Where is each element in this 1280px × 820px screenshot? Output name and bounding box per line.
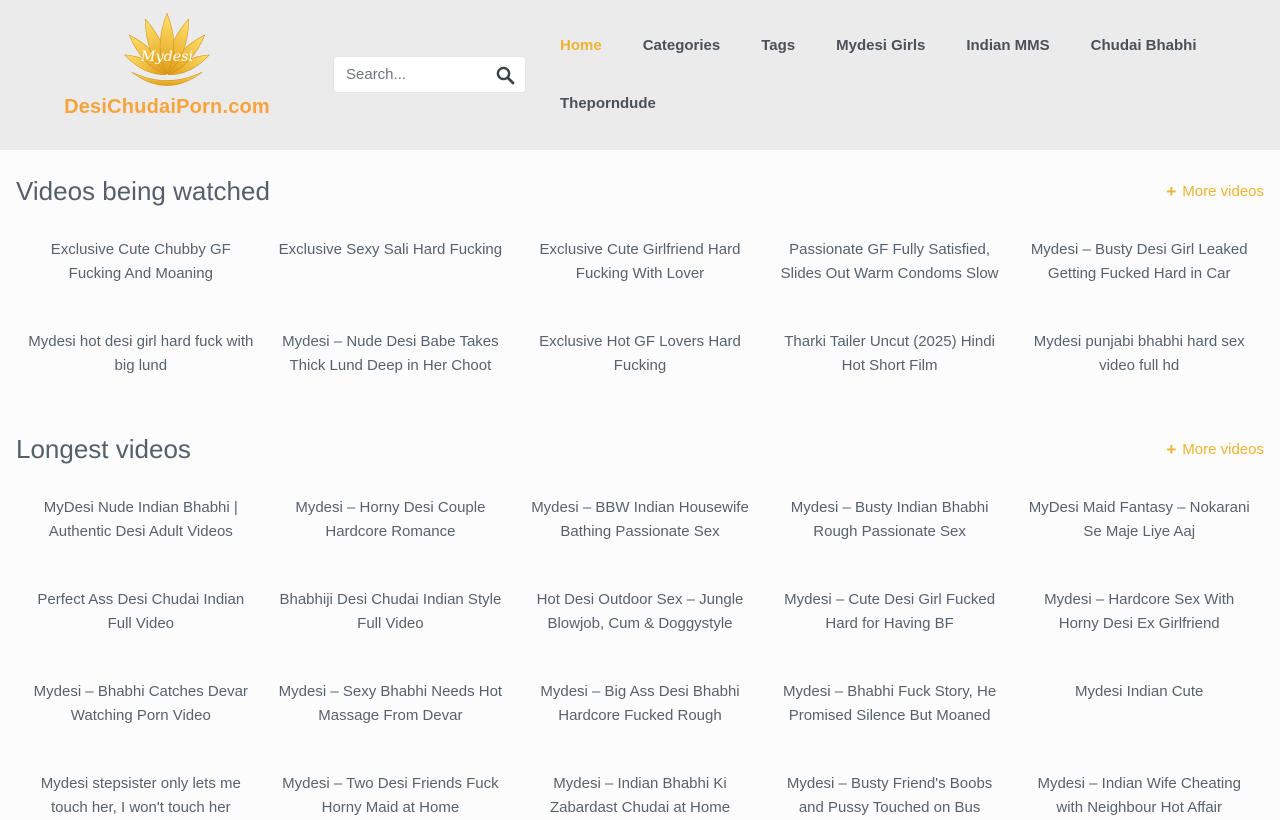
video-title-link[interactable]: Mydesi – Indian Wife Cheating with Neigh…	[1024, 772, 1254, 820]
video-cell: Mydesi punjabi bhabhi hard sex video ful…	[1014, 330, 1264, 378]
video-cell: Mydesi – Big Ass Desi Bhabhi Hardcore Fu…	[515, 680, 765, 728]
video-cell: Mydesi hot desi girl hard fuck with big …	[16, 330, 266, 378]
video-cell: Perfect Ass Desi Chudai Indian Full Vide…	[16, 588, 266, 636]
video-title-link[interactable]: Mydesi hot desi girl hard fuck with big …	[26, 330, 256, 378]
section-head: Videos being watched + More videos	[16, 174, 1264, 208]
video-title-link[interactable]: Mydesi – Bhabhi Fuck Story, He Promised …	[775, 680, 1005, 728]
video-cell: Mydesi – Sexy Bhabhi Needs Hot Massage F…	[266, 680, 516, 728]
video-cell: Passionate GF Fully Satisfied, Slides Ou…	[765, 238, 1015, 286]
video-title-link[interactable]: Mydesi Indian Cute	[1024, 680, 1254, 704]
video-title-link[interactable]: Exclusive Sexy Sali Hard Fucking	[276, 238, 506, 262]
search-button[interactable]	[485, 57, 525, 92]
video-cell: Tharki Tailer Uncut (2025) Hindi Hot Sho…	[765, 330, 1015, 378]
video-title-link[interactable]: Tharki Tailer Uncut (2025) Hindi Hot Sho…	[775, 330, 1005, 378]
video-cell: Mydesi – Busty Desi Girl Leaked Getting …	[1014, 238, 1264, 286]
video-title-link[interactable]: Exclusive Cute Chubby GF Fucking And Moa…	[26, 238, 256, 286]
video-title-link[interactable]: Mydesi – Two Desi Friends Fuck Horny Mai…	[276, 772, 506, 820]
logo-script-text: Mydesi	[140, 49, 193, 65]
main-content: Videos being watched + More videos Exclusiv…	[0, 174, 1280, 820]
video-title-link[interactable]: Bhabhiji Desi Chudai Indian Style Full V…	[276, 588, 506, 636]
video-cell: Hot Desi Outdoor Sex – Jungle Blowjob, C…	[515, 588, 765, 636]
more-videos-label: More videos	[1182, 441, 1264, 458]
video-cell: Mydesi – Bhabhi Catches Devar Watching P…	[16, 680, 266, 728]
video-title-link[interactable]: Mydesi – Busty Friend's Boobs and Pussy …	[775, 772, 1005, 820]
video-cell: Mydesi stepsister only lets me touch her…	[16, 772, 266, 820]
video-title-link[interactable]: Mydesi – Indian Bhabhi Ki Zabardast Chud…	[525, 772, 755, 820]
video-cell: MyDesi Maid Fantasy – Nokarani Se Maje L…	[1014, 496, 1264, 544]
video-section: Videos being watched + More videos Exclusiv…	[16, 174, 1264, 378]
video-cell: Mydesi – BBW Indian Housewife Bathing Pa…	[515, 496, 765, 544]
video-cell: Mydesi – Horny Desi Couple Hardcore Roma…	[266, 496, 516, 544]
section-head: Longest videos + More videos	[16, 432, 1264, 466]
video-cell: Mydesi – Busty Indian Bhabhi Rough Passi…	[765, 496, 1015, 544]
video-title-link[interactable]: Mydesi – Bhabhi Catches Devar Watching P…	[26, 680, 256, 728]
video-title-link[interactable]: Exclusive Hot GF Lovers Hard Fucking	[525, 330, 755, 378]
nav-item-mydesi-girls[interactable]: Mydesi Girls	[836, 33, 925, 58]
lotus-logo-icon: Mydesi	[108, 10, 226, 94]
video-section: Longest videos + More videos MyDesi Nude In…	[16, 432, 1264, 820]
video-title-link[interactable]: Mydesi – BBW Indian Housewife Bathing Pa…	[525, 496, 755, 544]
video-title-link[interactable]: Mydesi – Horny Desi Couple Hardcore Roma…	[276, 496, 506, 544]
video-grid: Exclusive Cute Chubby GF Fucking And Moa…	[16, 238, 1264, 378]
video-title-link[interactable]: Mydesi – Big Ass Desi Bhabhi Hardcore Fu…	[525, 680, 755, 728]
more-videos-label: More videos	[1182, 183, 1264, 200]
video-title-link[interactable]: Mydesi – Nude Desi Babe Takes Thick Lund…	[276, 330, 506, 378]
video-title-link[interactable]: Mydesi – Sexy Bhabhi Needs Hot Massage F…	[276, 680, 506, 728]
nav-item-tags[interactable]: Tags	[761, 33, 795, 58]
plus-icon: +	[1166, 441, 1176, 458]
video-title-link[interactable]: Mydesi – Hardcore Sex With Horny Desi Ex…	[1024, 588, 1254, 636]
site-logo[interactable]: Mydesi DesiChudaiPorn.com	[62, 10, 272, 119]
video-cell: Mydesi – Bhabhi Fuck Story, He Promised …	[765, 680, 1015, 728]
search-box	[333, 56, 526, 93]
video-cell: Mydesi – Busty Friend's Boobs and Pussy …	[765, 772, 1015, 820]
nav-item-home[interactable]: Home	[560, 33, 602, 58]
video-cell: Exclusive Cute Chubby GF Fucking And Moa…	[16, 238, 266, 286]
video-title-link[interactable]: Exclusive Cute Girlfriend Hard Fucking W…	[525, 238, 755, 286]
section-title: Longest videos	[16, 432, 191, 466]
logo-domain-text: DesiChudaiPorn.com	[62, 96, 272, 119]
search-icon	[495, 65, 515, 85]
video-title-link[interactable]: Mydesi – Busty Indian Bhabhi Rough Passi…	[775, 496, 1005, 544]
video-title-link[interactable]: Mydesi – Cute Desi Girl Fucked Hard for …	[775, 588, 1005, 636]
nav-item-categories[interactable]: Categories	[643, 33, 721, 58]
video-cell: Mydesi – Cute Desi Girl Fucked Hard for …	[765, 588, 1015, 636]
video-cell: Exclusive Sexy Sali Hard Fucking	[266, 238, 516, 286]
video-title-link[interactable]: MyDesi Maid Fantasy – Nokarani Se Maje L…	[1024, 496, 1254, 544]
video-title-link[interactable]: Mydesi stepsister only lets me touch her…	[26, 772, 256, 820]
main-nav: Home Categories Tags Mydesi Girls Indian MMS…	[560, 33, 1250, 116]
nav-item-indian-mms[interactable]: Indian MMS	[966, 33, 1049, 58]
video-title-link[interactable]: Hot Desi Outdoor Sex – Jungle Blowjob, C…	[525, 588, 755, 636]
video-cell: Mydesi – Indian Bhabhi Ki Zabardast Chud…	[515, 772, 765, 820]
video-cell: Exclusive Cute Girlfriend Hard Fucking W…	[515, 238, 765, 286]
video-title-link[interactable]: Mydesi punjabi bhabhi hard sex video ful…	[1024, 330, 1254, 378]
nav-item-theporndude[interactable]: Theporndude	[560, 91, 656, 116]
video-title-link[interactable]: Mydesi – Busty Desi Girl Leaked Getting …	[1024, 238, 1254, 286]
video-cell: Exclusive Hot GF Lovers Hard Fucking	[515, 330, 765, 378]
video-cell: Bhabhiji Desi Chudai Indian Style Full V…	[266, 588, 516, 636]
video-cell: Mydesi – Hardcore Sex With Horny Desi Ex…	[1014, 588, 1264, 636]
video-cell: Mydesi Indian Cute	[1014, 680, 1264, 728]
section-title: Videos being watched	[16, 174, 270, 208]
more-videos-link[interactable]: + More videos	[1166, 441, 1264, 458]
nav-item-chudai-bhabhi[interactable]: Chudai Bhabhi	[1091, 33, 1197, 58]
video-title-link[interactable]: MyDesi Nude Indian Bhabhi | Authentic De…	[26, 496, 256, 544]
video-cell: Mydesi – Two Desi Friends Fuck Horny Mai…	[266, 772, 516, 820]
video-cell: Mydesi – Nude Desi Babe Takes Thick Lund…	[266, 330, 516, 378]
plus-icon: +	[1166, 183, 1176, 200]
search-input[interactable]	[334, 66, 485, 83]
site-header: Mydesi DesiChudaiPorn.com Home Categories…	[0, 0, 1280, 150]
more-videos-link[interactable]: + More videos	[1166, 183, 1264, 200]
video-title-link[interactable]: Passionate GF Fully Satisfied, Slides Ou…	[775, 238, 1005, 286]
video-cell: Mydesi – Indian Wife Cheating with Neigh…	[1014, 772, 1264, 820]
video-cell: MyDesi Nude Indian Bhabhi | Authentic De…	[16, 496, 266, 544]
video-title-link[interactable]: Perfect Ass Desi Chudai Indian Full Vide…	[26, 588, 256, 636]
video-grid: MyDesi Nude Indian Bhabhi | Authentic De…	[16, 496, 1264, 820]
